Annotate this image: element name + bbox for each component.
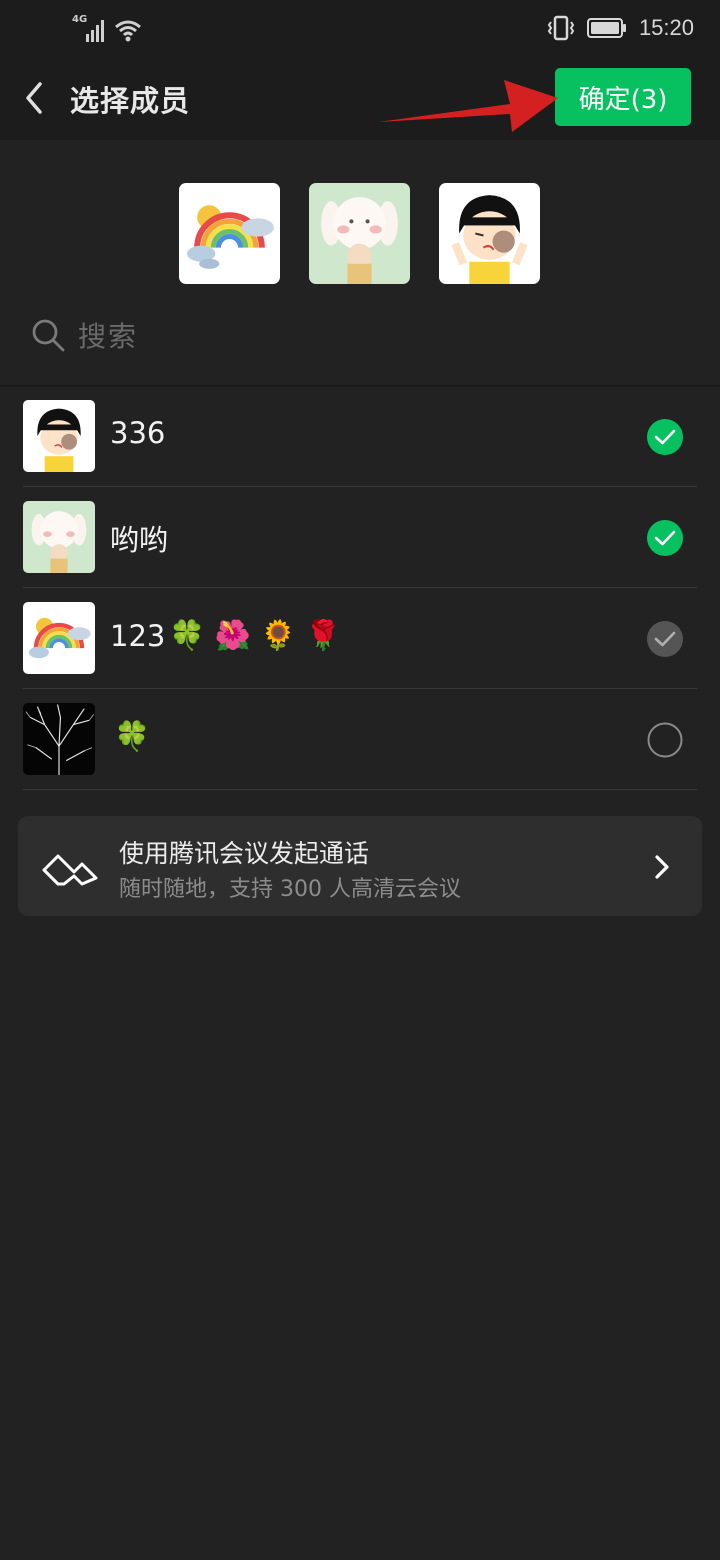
back-arrow-icon[interactable] [20, 78, 52, 118]
meeting-subtitle: 随时随地，支持 300 人高清云会议 [119, 877, 461, 902]
tree-branches-avatar-icon [23, 703, 95, 775]
confirm-button[interactable]: 确定(3) [555, 68, 691, 126]
contact-name-text: 336 [110, 416, 166, 450]
contact-name-text: 123 [110, 618, 166, 653]
status-right: 15:20 [547, 12, 694, 44]
header: 选择成员 确定(3) [0, 56, 720, 140]
search-icon [32, 319, 65, 352]
cartoon-girl-avatar-icon [23, 400, 95, 472]
avatar [23, 703, 95, 775]
selected-avatar-bunny[interactable] [309, 183, 410, 284]
search-input[interactable]: 搜索 [78, 315, 138, 355]
contact-name: 336 [110, 416, 165, 450]
bunny-girl-avatar-icon [309, 183, 410, 284]
tencent-meeting-icon [42, 854, 98, 886]
rainbow-avatar-icon [179, 183, 280, 284]
selected-members: 搜索 [0, 140, 720, 388]
rainbow-avatar-icon [23, 602, 95, 674]
contact-name-emojis: 🍀 🌺 🌻 🌹 [169, 618, 342, 652]
wifi-icon [115, 20, 141, 42]
meeting-title: 使用腾讯会议发起通话 [119, 839, 370, 868]
preselected-check-icon [647, 621, 683, 657]
chevron-right-icon [655, 855, 669, 879]
selected-avatar-cartoon[interactable] [439, 183, 540, 284]
row-divider [23, 789, 697, 790]
checked-icon[interactable] [647, 520, 683, 556]
contact-name: 哟哟 [110, 517, 168, 559]
contact-name-emojis: 🍀 [114, 719, 151, 753]
cartoon-girl-avatar-icon [439, 183, 540, 284]
contact-name: 🍀 [110, 719, 150, 754]
contact-name: 123 🍀 🌺 🌻 🌹 [110, 618, 341, 653]
signal-icon [86, 20, 104, 42]
bunny-girl-avatar-icon [23, 501, 95, 573]
contact-row-clover[interactable]: 🍀 [0, 689, 720, 790]
selected-avatar-rainbow[interactable] [179, 183, 280, 284]
checked-icon[interactable] [647, 419, 683, 455]
unchecked-circle-icon[interactable] [647, 722, 683, 758]
avatar [23, 501, 95, 573]
signal-group [86, 12, 142, 42]
network-type: 4G [72, 14, 88, 25]
contact-row-336[interactable]: 336 [0, 386, 720, 487]
contact-name-text: 哟哟 [110, 523, 169, 557]
contact-row-123[interactable]: 123 🍀 🌺 🌻 🌹 [0, 588, 720, 689]
annotation-arrow-icon [378, 80, 558, 132]
vibrate-icon [547, 15, 575, 41]
status-bar: 4G 15:20 [0, 0, 720, 56]
tencent-meeting-card[interactable]: 使用腾讯会议发起通话 随时随地，支持 300 人高清云会议 [18, 816, 702, 916]
clock: 15:20 [638, 15, 694, 40]
battery-icon [586, 18, 626, 38]
page-title: 选择成员 [70, 84, 191, 118]
search-bar[interactable]: 搜索 [30, 310, 138, 360]
contact-row-yoyo[interactable]: 哟哟 [0, 487, 720, 588]
avatar [23, 602, 95, 674]
avatar [23, 400, 95, 472]
